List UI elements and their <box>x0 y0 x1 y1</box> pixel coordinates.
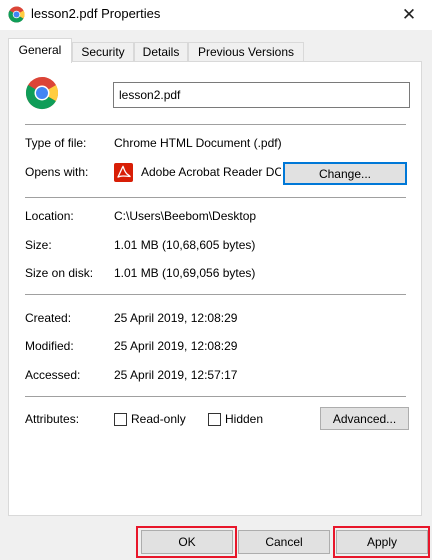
acrobat-icon <box>114 163 133 182</box>
size-value: 1.01 MB (10,68,605 bytes) <box>114 238 256 252</box>
tab-details[interactable]: Details <box>134 42 188 62</box>
accessed-label: Accessed: <box>25 368 81 382</box>
checkbox-box[interactable] <box>208 412 221 426</box>
advanced-button-label: Advanced... <box>332 411 397 426</box>
location-label: Location: <box>25 209 74 223</box>
created-value: 25 April 2019, 12:08:29 <box>114 311 238 325</box>
checkbox-box[interactable] <box>114 412 127 426</box>
type-label: Type of file: <box>25 136 87 150</box>
apply-highlight-box <box>333 526 430 558</box>
modified-label: Modified: <box>25 339 74 353</box>
attributes-label: Attributes: <box>25 412 80 426</box>
opens-with-value: Adobe Acrobat Reader DC <box>141 165 281 179</box>
size-on-disk-label: Size on disk: <box>25 266 94 280</box>
tab-previous-versions[interactable]: Previous Versions <box>188 42 304 62</box>
opens-with-label: Opens with: <box>25 165 89 179</box>
title-bar: lesson2.pdf Properties ✕ <box>0 0 432 30</box>
location-value: C:\Users\Beebom\Desktop <box>114 209 257 223</box>
read-only-checkbox[interactable]: Read-only <box>114 412 186 426</box>
ok-highlight-box <box>136 526 237 558</box>
modified-value: 25 April 2019, 12:08:29 <box>114 339 238 353</box>
read-only-label: Read-only <box>131 412 186 426</box>
separator <box>25 396 406 397</box>
chrome-file-icon <box>25 76 59 110</box>
tab-label: Security <box>81 45 125 59</box>
separator <box>25 294 406 295</box>
advanced-button[interactable]: Advanced... <box>320 407 409 430</box>
close-icon: ✕ <box>401 5 417 24</box>
accessed-value: 25 April 2019, 12:57:17 <box>114 368 238 382</box>
created-label: Created: <box>25 311 72 325</box>
change-button-label: Change... <box>318 166 372 181</box>
tab-label: Previous Versions <box>197 45 295 59</box>
separator <box>25 197 406 198</box>
cancel-button[interactable]: Cancel <box>238 530 330 554</box>
file-name-input[interactable] <box>113 82 410 108</box>
separator <box>25 124 406 125</box>
close-button[interactable]: ✕ <box>386 0 432 30</box>
change-button[interactable]: Change... <box>283 162 407 185</box>
cancel-button-label: Cancel <box>265 535 303 549</box>
tab-security[interactable]: Security <box>72 42 134 62</box>
tab-label: Details <box>142 45 180 59</box>
type-value: Chrome HTML Document (.pdf) <box>114 136 282 150</box>
general-panel <box>8 61 422 516</box>
chrome-icon <box>8 6 25 23</box>
window-title: lesson2.pdf Properties <box>31 6 161 21</box>
hidden-label: Hidden <box>225 412 264 426</box>
size-on-disk-value: 1.01 MB (10,69,056 bytes) <box>114 266 256 280</box>
tab-label: General <box>18 43 62 57</box>
tab-general[interactable]: General <box>8 38 72 63</box>
hidden-checkbox[interactable]: Hidden <box>208 412 263 426</box>
size-label: Size: <box>25 238 52 252</box>
